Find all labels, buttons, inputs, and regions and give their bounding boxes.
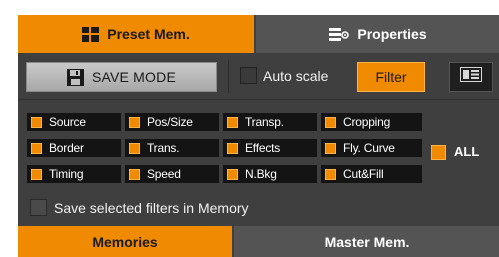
- filter-timing-label: Timing: [49, 167, 84, 181]
- top-tab-bar: Preset Mem. Properties: [18, 15, 499, 53]
- filter-speed[interactable]: Speed: [125, 165, 219, 183]
- properties-icon: [329, 27, 350, 41]
- all-filters-label: ALL: [454, 144, 480, 159]
- filter-button[interactable]: Filter: [357, 62, 425, 92]
- filter-effects-label: Effects: [245, 141, 281, 155]
- filter-source-label: Source: [49, 115, 86, 129]
- filter-trans-label: Trans.: [147, 141, 180, 155]
- filter-transp-label: Transp.: [245, 115, 284, 129]
- auto-scale-checkbox[interactable]: [240, 67, 257, 84]
- save-mode-label: SAVE MODE: [91, 69, 176, 85]
- filter-fly-curve-checkbox[interactable]: [325, 142, 336, 154]
- filter-effects-checkbox[interactable]: [227, 142, 238, 154]
- filter-cut-fill-checkbox[interactable]: [325, 168, 336, 180]
- filter-label: Filter: [375, 69, 407, 85]
- save-filters-label: Save selected filters in Memory: [54, 200, 249, 216]
- filter-trans[interactable]: Trans.: [125, 139, 219, 157]
- auto-scale-label: Auto scale: [263, 68, 329, 84]
- filter-border-checkbox[interactable]: [31, 142, 42, 154]
- filter-trans-checkbox[interactable]: [129, 142, 140, 154]
- filter-n-bkg[interactable]: N.Bkg: [223, 165, 317, 183]
- tab-properties-label: Properties: [357, 26, 427, 42]
- filter-cut-fill[interactable]: Cut&Fill: [321, 165, 422, 183]
- filter-transp[interactable]: Transp.: [223, 113, 317, 131]
- grid-blocks-icon: [82, 26, 100, 42]
- filter-pos-size[interactable]: Pos/Size: [125, 113, 219, 131]
- filter-effects[interactable]: Effects: [223, 139, 317, 157]
- preset-memory-panel: Preset Mem. Properties SAVE MODE Auto sc…: [18, 15, 499, 257]
- filter-pos-size-label: Pos/Size: [147, 115, 193, 129]
- filter-cropping[interactable]: Cropping: [321, 113, 422, 131]
- toolbar-divider: [228, 60, 229, 93]
- tab-preset-mem[interactable]: Preset Mem.: [18, 15, 254, 53]
- filter-border-label: Border: [49, 141, 84, 155]
- tab-memories-label: Memories: [92, 233, 158, 250]
- save-mode-button[interactable]: SAVE MODE: [26, 62, 217, 92]
- tab-memories[interactable]: Memories: [18, 226, 232, 257]
- filter-source[interactable]: Source: [27, 113, 121, 131]
- filter-timing[interactable]: Timing: [27, 165, 121, 183]
- filter-fly-curve-label: Fly. Curve: [343, 141, 395, 155]
- filter-n-bkg-label: N.Bkg: [245, 167, 277, 181]
- filter-speed-checkbox[interactable]: [129, 168, 140, 180]
- filter-border[interactable]: Border: [27, 139, 121, 157]
- all-filters-checkbox[interactable]: [431, 145, 446, 160]
- filter-n-bkg-checkbox[interactable]: [227, 168, 238, 180]
- filter-pos-size-checkbox[interactable]: [129, 116, 140, 128]
- filter-cropping-checkbox[interactable]: [325, 116, 336, 128]
- list-view-button[interactable]: [449, 62, 493, 92]
- section-divider: [18, 99, 499, 100]
- filter-speed-label: Speed: [147, 167, 181, 181]
- filter-transp-checkbox[interactable]: [227, 116, 238, 128]
- tab-preset-mem-label: Preset Mem.: [107, 26, 190, 42]
- filter-timing-checkbox[interactable]: [31, 168, 42, 180]
- tab-properties[interactable]: Properties: [256, 15, 499, 53]
- filter-source-checkbox[interactable]: [31, 116, 42, 128]
- save-filters-checkbox[interactable]: [30, 199, 47, 216]
- list-view-icon: [460, 67, 482, 87]
- filter-cut-fill-label: Cut&Fill: [343, 167, 384, 181]
- tab-master-mem-label: Master Mem.: [324, 233, 410, 250]
- filter-fly-curve[interactable]: Fly. Curve: [321, 139, 422, 157]
- tab-master-mem[interactable]: Master Mem.: [234, 226, 499, 257]
- filter-cropping-label: Cropping: [343, 115, 391, 129]
- floppy-disk-icon: [66, 68, 84, 86]
